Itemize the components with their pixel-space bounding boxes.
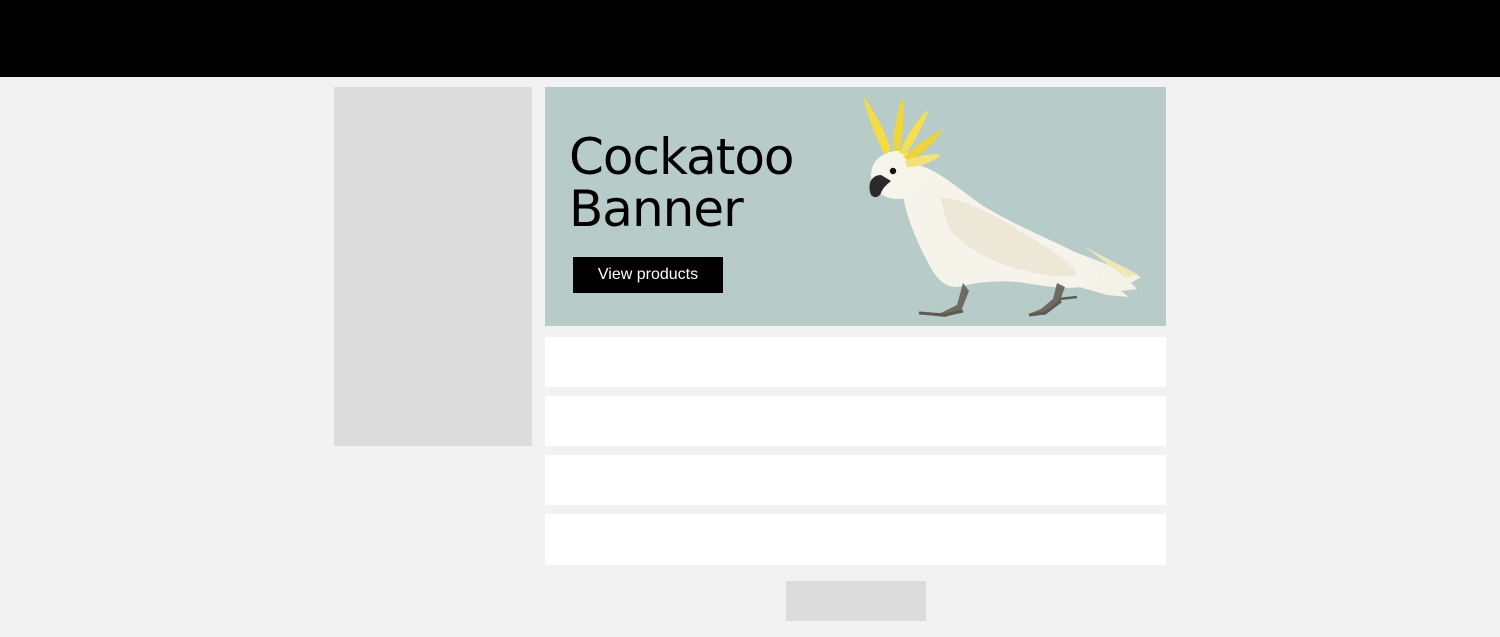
banner-title-line-1: Cockatoo [569, 128, 795, 186]
load-more-placeholder[interactable] [786, 581, 926, 621]
top-navigation-bar [0, 0, 1500, 77]
list-item[interactable] [545, 337, 1166, 387]
list-item[interactable] [545, 455, 1166, 505]
list-item[interactable] [545, 396, 1166, 446]
promo-banner: Cockatoo Banner View products [545, 87, 1166, 326]
list-item[interactable] [545, 514, 1166, 565]
view-products-button[interactable]: View products [573, 257, 723, 293]
banner-title-line-2: Banner [569, 180, 744, 238]
banner-title: Cockatoo Banner [569, 131, 849, 235]
cockatoo-image [863, 95, 1141, 317]
sidebar-placeholder [334, 87, 532, 446]
